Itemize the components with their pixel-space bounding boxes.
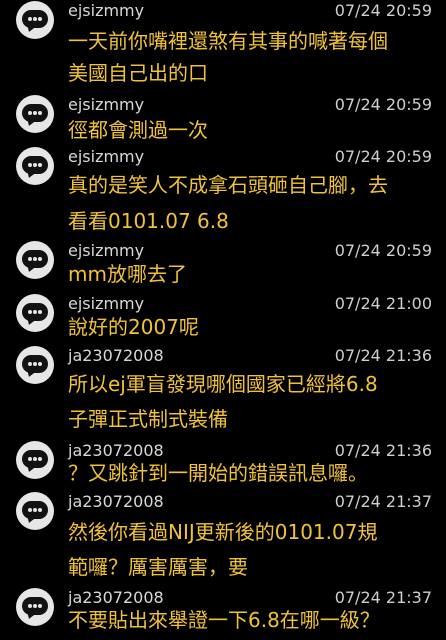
comment-username[interactable]: ejsizmmy xyxy=(68,147,144,167)
avatar[interactable] xyxy=(16,346,54,384)
comment-text-line: 看看0101.07 6.8 xyxy=(68,209,229,233)
comment-bubble-icon xyxy=(22,104,48,122)
comment-text-line: 美國自己出的口 xyxy=(68,61,208,85)
comment-timestamp: 07/24 20:59 xyxy=(334,95,432,114)
comment-bubble-icon xyxy=(22,355,48,373)
comment-timestamp: 07/24 20:59 xyxy=(334,147,432,166)
comment-text-line: 徑都會測過一次 xyxy=(68,118,208,142)
comment-text-line: mm放哪去了 xyxy=(68,262,187,286)
comment-text-line: 所以ej軍盲發現哪個國家已經將6.8 xyxy=(68,372,378,396)
avatar[interactable] xyxy=(16,1,54,39)
comment-username[interactable]: ja23072008 xyxy=(68,492,164,512)
comment-bubble-icon xyxy=(22,303,48,321)
avatar[interactable] xyxy=(16,441,54,479)
comment-text-line: 一天前你嘴裡還煞有其事的喊著每個 xyxy=(68,29,388,53)
comment-text-line: 然後你看過NIJ更新後的0101.07規 xyxy=(68,520,378,544)
comment-bubble-icon xyxy=(22,450,48,468)
comment-text-line: 說好的2007呢 xyxy=(68,315,199,339)
comment-text-line: 範囉？厲害厲害，要 xyxy=(68,555,248,579)
avatar[interactable] xyxy=(16,95,54,133)
comment-bubble-icon xyxy=(22,156,48,174)
comment-username[interactable]: ejsizmmy xyxy=(68,95,144,115)
avatar[interactable] xyxy=(16,294,54,332)
comment-text-line: ？又跳針到一開始的錯誤訊息囉。 xyxy=(68,461,368,485)
comment-username[interactable]: ejsizmmy xyxy=(68,1,144,21)
comment-timestamp: 07/24 21:37 xyxy=(334,492,432,511)
comment-username[interactable]: ja23072008 xyxy=(68,346,164,366)
avatar[interactable] xyxy=(16,492,54,530)
comment-text-line: 不要貼出來舉證一下6.8在哪一級？ xyxy=(68,608,380,632)
avatar[interactable] xyxy=(16,588,54,626)
comment-bubble-icon xyxy=(22,597,48,615)
avatar[interactable] xyxy=(16,147,54,185)
comment-bubble-icon xyxy=(22,10,48,28)
comment-timestamp: 07/24 20:59 xyxy=(334,1,432,20)
comment-timestamp: 07/24 21:36 xyxy=(334,346,432,365)
comment-text-line: 真的是笑人不成拿石頭砸自己腳，去 xyxy=(68,173,388,197)
comment-text-line: 子彈正式制式裝備 xyxy=(68,407,228,431)
avatar[interactable] xyxy=(16,241,54,279)
comment-bubble-icon xyxy=(22,501,48,519)
comment-bubble-icon xyxy=(22,250,48,268)
